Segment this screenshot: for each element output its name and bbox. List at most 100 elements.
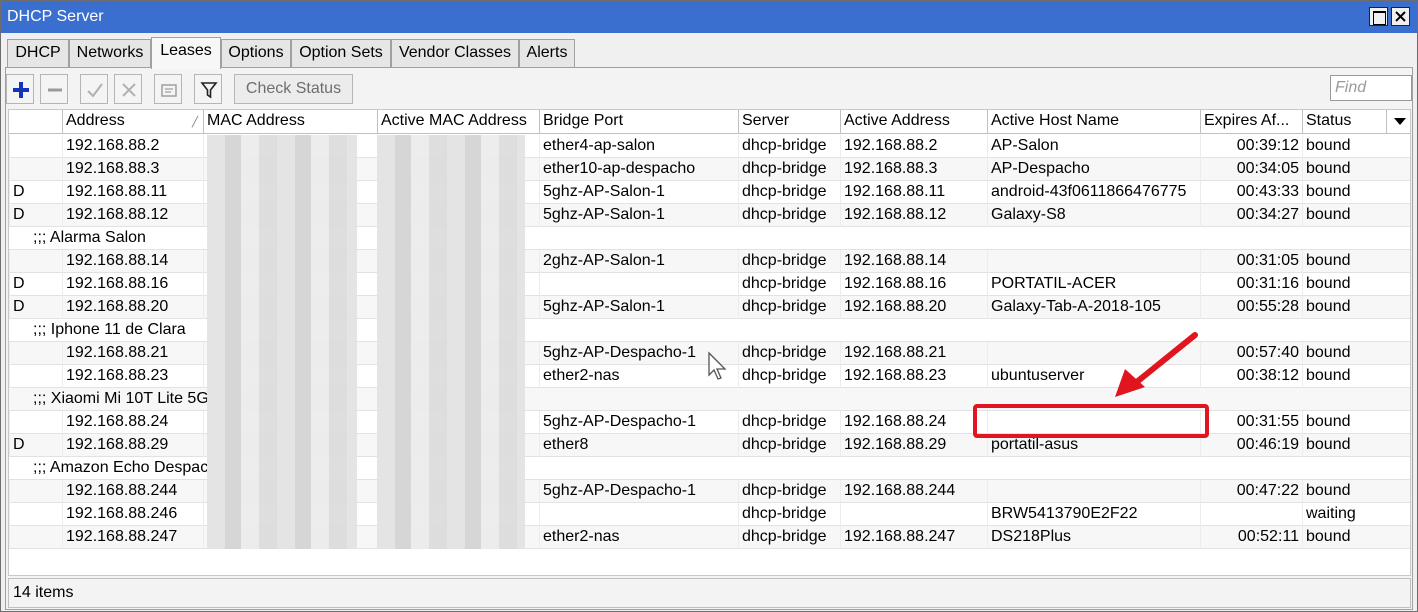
tab-options[interactable]: Options xyxy=(221,39,291,68)
cell-status: bound xyxy=(1302,296,1386,319)
cell-active-host-name: AP-Despacho xyxy=(987,158,1200,181)
comment-button[interactable] xyxy=(154,74,182,104)
table-header: Address ╱ MAC Address Active MAC Address … xyxy=(9,110,1410,134)
cell-bridge-port: 5ghz-AP-Despacho-1 xyxy=(539,411,738,434)
cell-expires-after: 00:34:05 xyxy=(1200,158,1302,181)
dhcp-server-window: DHCP Server DHCP Networks Leases Options… xyxy=(0,0,1418,612)
disable-button[interactable] xyxy=(114,74,142,104)
cell-expires-after: 00:55:28 xyxy=(1200,296,1302,319)
column-expires-after[interactable]: Expires Af... xyxy=(1200,110,1302,134)
column-server[interactable]: Server xyxy=(738,110,840,134)
cross-icon xyxy=(122,83,136,97)
cell-server: dhcp-bridge xyxy=(738,365,840,388)
cell-active-address: 192.168.88.14 xyxy=(840,250,987,273)
remove-button[interactable] xyxy=(40,74,68,104)
cell-server: dhcp-bridge xyxy=(738,273,840,296)
cell-expires-after: 00:31:05 xyxy=(1200,250,1302,273)
cell-address: 192.168.88.11 xyxy=(62,181,203,204)
filter-button[interactable] xyxy=(194,74,222,104)
cell-bridge-port: ether2-nas xyxy=(539,526,738,549)
item-count: 14 items xyxy=(13,584,74,601)
cell-status: bound xyxy=(1302,480,1386,503)
cell-status: bound xyxy=(1302,411,1386,434)
cell-active-address: 192.168.88.21 xyxy=(840,342,987,365)
close-icon xyxy=(1395,11,1406,22)
cell-active-address xyxy=(840,503,987,526)
cell-server: dhcp-bridge xyxy=(738,503,840,526)
tab-vendor-classes[interactable]: Vendor Classes xyxy=(391,39,519,68)
column-active-mac-address[interactable]: Active MAC Address xyxy=(377,110,539,134)
cell-expires-after: 00:39:12 xyxy=(1200,135,1302,158)
cell-server: dhcp-bridge xyxy=(738,158,840,181)
cell-server: dhcp-bridge xyxy=(738,342,840,365)
cell-status: bound xyxy=(1302,204,1386,227)
cell-flag xyxy=(9,503,62,526)
check-icon xyxy=(87,83,103,98)
cell-flag: D xyxy=(9,181,62,204)
cell-active-address: 192.168.88.11 xyxy=(840,181,987,204)
cell-flag xyxy=(9,365,62,388)
filter-icon xyxy=(200,82,218,99)
find-input[interactable]: Find xyxy=(1330,75,1412,101)
cell-bridge-port: 5ghz-AP-Salon-1 xyxy=(539,296,738,319)
cell-status: waiting xyxy=(1302,503,1386,526)
enable-button[interactable] xyxy=(80,74,108,104)
cell-flag xyxy=(9,135,62,158)
column-chooser-button[interactable] xyxy=(1386,110,1410,134)
cell-server: dhcp-bridge xyxy=(738,181,840,204)
cell-active-address: 192.168.88.2 xyxy=(840,135,987,158)
cell-address: 192.168.88.29 xyxy=(62,434,203,457)
tab-option-sets[interactable]: Option Sets xyxy=(291,39,391,68)
cell-status: bound xyxy=(1302,250,1386,273)
cell-expires-after: 00:31:16 xyxy=(1200,273,1302,296)
cell-active-address: 192.168.88.29 xyxy=(840,434,987,457)
cell-expires-after xyxy=(1200,503,1302,526)
cell-bridge-port: 5ghz-AP-Despacho-1 xyxy=(539,480,738,503)
comment-text: ;;; Alarma Salon xyxy=(33,229,146,246)
tab-alerts[interactable]: Alerts xyxy=(519,39,575,68)
cell-server: dhcp-bridge xyxy=(738,296,840,319)
cell-active-host-name: android-43f0611866476775 xyxy=(987,181,1200,204)
cell-address: 192.168.88.246 xyxy=(62,503,203,526)
column-bridge-port[interactable]: Bridge Port xyxy=(539,110,738,134)
cell-server: dhcp-bridge xyxy=(738,135,840,158)
maximize-button[interactable] xyxy=(1369,7,1388,26)
cell-bridge-port xyxy=(539,273,738,296)
cell-server: dhcp-bridge xyxy=(738,526,840,549)
check-status-button[interactable]: Check Status xyxy=(234,74,353,104)
tab-networks[interactable]: Networks xyxy=(69,39,151,68)
cell-server: dhcp-bridge xyxy=(738,434,840,457)
cell-flag: D xyxy=(9,434,62,457)
column-active-address[interactable]: Active Address xyxy=(840,110,987,134)
cell-server: dhcp-bridge xyxy=(738,204,840,227)
cell-status: bound xyxy=(1302,158,1386,181)
column-mac-address[interactable]: MAC Address xyxy=(203,110,377,134)
cell-active-address: 192.168.88.12 xyxy=(840,204,987,227)
cell-active-address: 192.168.88.247 xyxy=(840,526,987,549)
tab-dhcp[interactable]: DHCP xyxy=(7,39,69,68)
cell-flag xyxy=(9,526,62,549)
column-address[interactable]: Address ╱ xyxy=(62,110,203,134)
leases-panel: Check Status Find Address ╱ MAC Address A… xyxy=(5,67,1413,610)
cell-status: bound xyxy=(1302,526,1386,549)
cell-active-address: 192.168.88.23 xyxy=(840,365,987,388)
cell-expires-after: 00:34:27 xyxy=(1200,204,1302,227)
cell-flag xyxy=(9,158,62,181)
add-button[interactable] xyxy=(6,74,34,104)
cell-active-host-name: DS218Plus xyxy=(987,526,1200,549)
cell-active-address: 192.168.88.20 xyxy=(840,296,987,319)
tab-leases[interactable]: Leases xyxy=(151,37,221,69)
cell-active-host-name: BRW5413790E2F22 xyxy=(987,503,1200,526)
close-button[interactable] xyxy=(1391,7,1410,26)
annotation-highlight-box xyxy=(973,404,1209,438)
cell-active-address: 192.168.88.3 xyxy=(840,158,987,181)
cell-active-host-name xyxy=(987,250,1200,273)
column-status[interactable]: Status xyxy=(1302,110,1386,134)
mouse-cursor-icon xyxy=(708,351,727,380)
column-active-host-name[interactable]: Active Host Name xyxy=(987,110,1200,134)
cell-address: 192.168.88.23 xyxy=(62,365,203,388)
cell-bridge-port: ether10-ap-despacho xyxy=(539,158,738,181)
sort-ascending-icon: ╱ xyxy=(191,117,198,128)
cell-address: 192.168.88.16 xyxy=(62,273,203,296)
column-flags[interactable] xyxy=(9,110,62,134)
